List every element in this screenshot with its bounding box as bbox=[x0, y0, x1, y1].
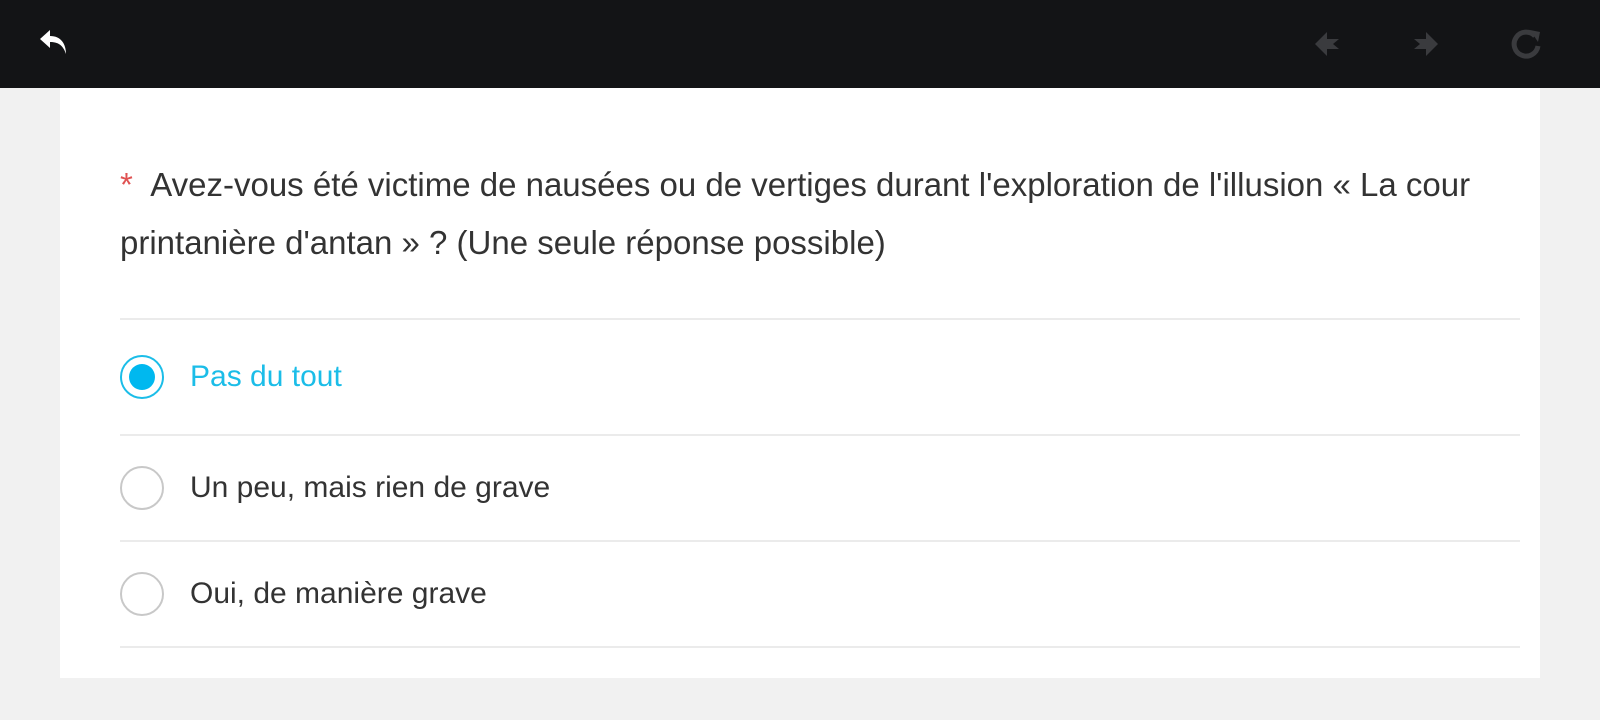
next-button[interactable] bbox=[1402, 20, 1450, 68]
previous-button[interactable] bbox=[1303, 20, 1351, 68]
previous-arrow-icon bbox=[1315, 32, 1339, 56]
option-oui-grave[interactable]: Oui, de manière grave bbox=[120, 542, 1520, 646]
next-arrow-icon bbox=[1414, 32, 1438, 56]
option-pas-du-tout[interactable]: Pas du tout bbox=[120, 320, 1520, 434]
divider bbox=[120, 646, 1520, 648]
radio-button-selected[interactable] bbox=[120, 355, 164, 399]
question-text-block: * Avez-vous été victime de nausées ou de… bbox=[120, 156, 1480, 272]
question-card: * Avez-vous été victime de nausées ou de… bbox=[60, 88, 1540, 678]
question-text: Avez-vous été victime de nausées ou de v… bbox=[120, 166, 1471, 261]
answer-options: Pas du tout Un peu, mais rien de grave O… bbox=[120, 318, 1520, 648]
required-marker: * bbox=[120, 166, 133, 203]
option-label: Un peu, mais rien de grave bbox=[190, 471, 551, 504]
back-button[interactable] bbox=[32, 20, 80, 68]
option-label: Pas du tout bbox=[190, 360, 342, 393]
radio-button[interactable] bbox=[120, 466, 164, 510]
option-un-peu[interactable]: Un peu, mais rien de grave bbox=[120, 436, 1520, 540]
reload-icon bbox=[1511, 29, 1541, 59]
back-arrow-icon bbox=[40, 30, 66, 54]
radio-button[interactable] bbox=[120, 572, 164, 616]
option-label: Oui, de manière grave bbox=[190, 577, 487, 610]
reload-button[interactable] bbox=[1502, 20, 1550, 68]
top-toolbar bbox=[0, 0, 1600, 88]
